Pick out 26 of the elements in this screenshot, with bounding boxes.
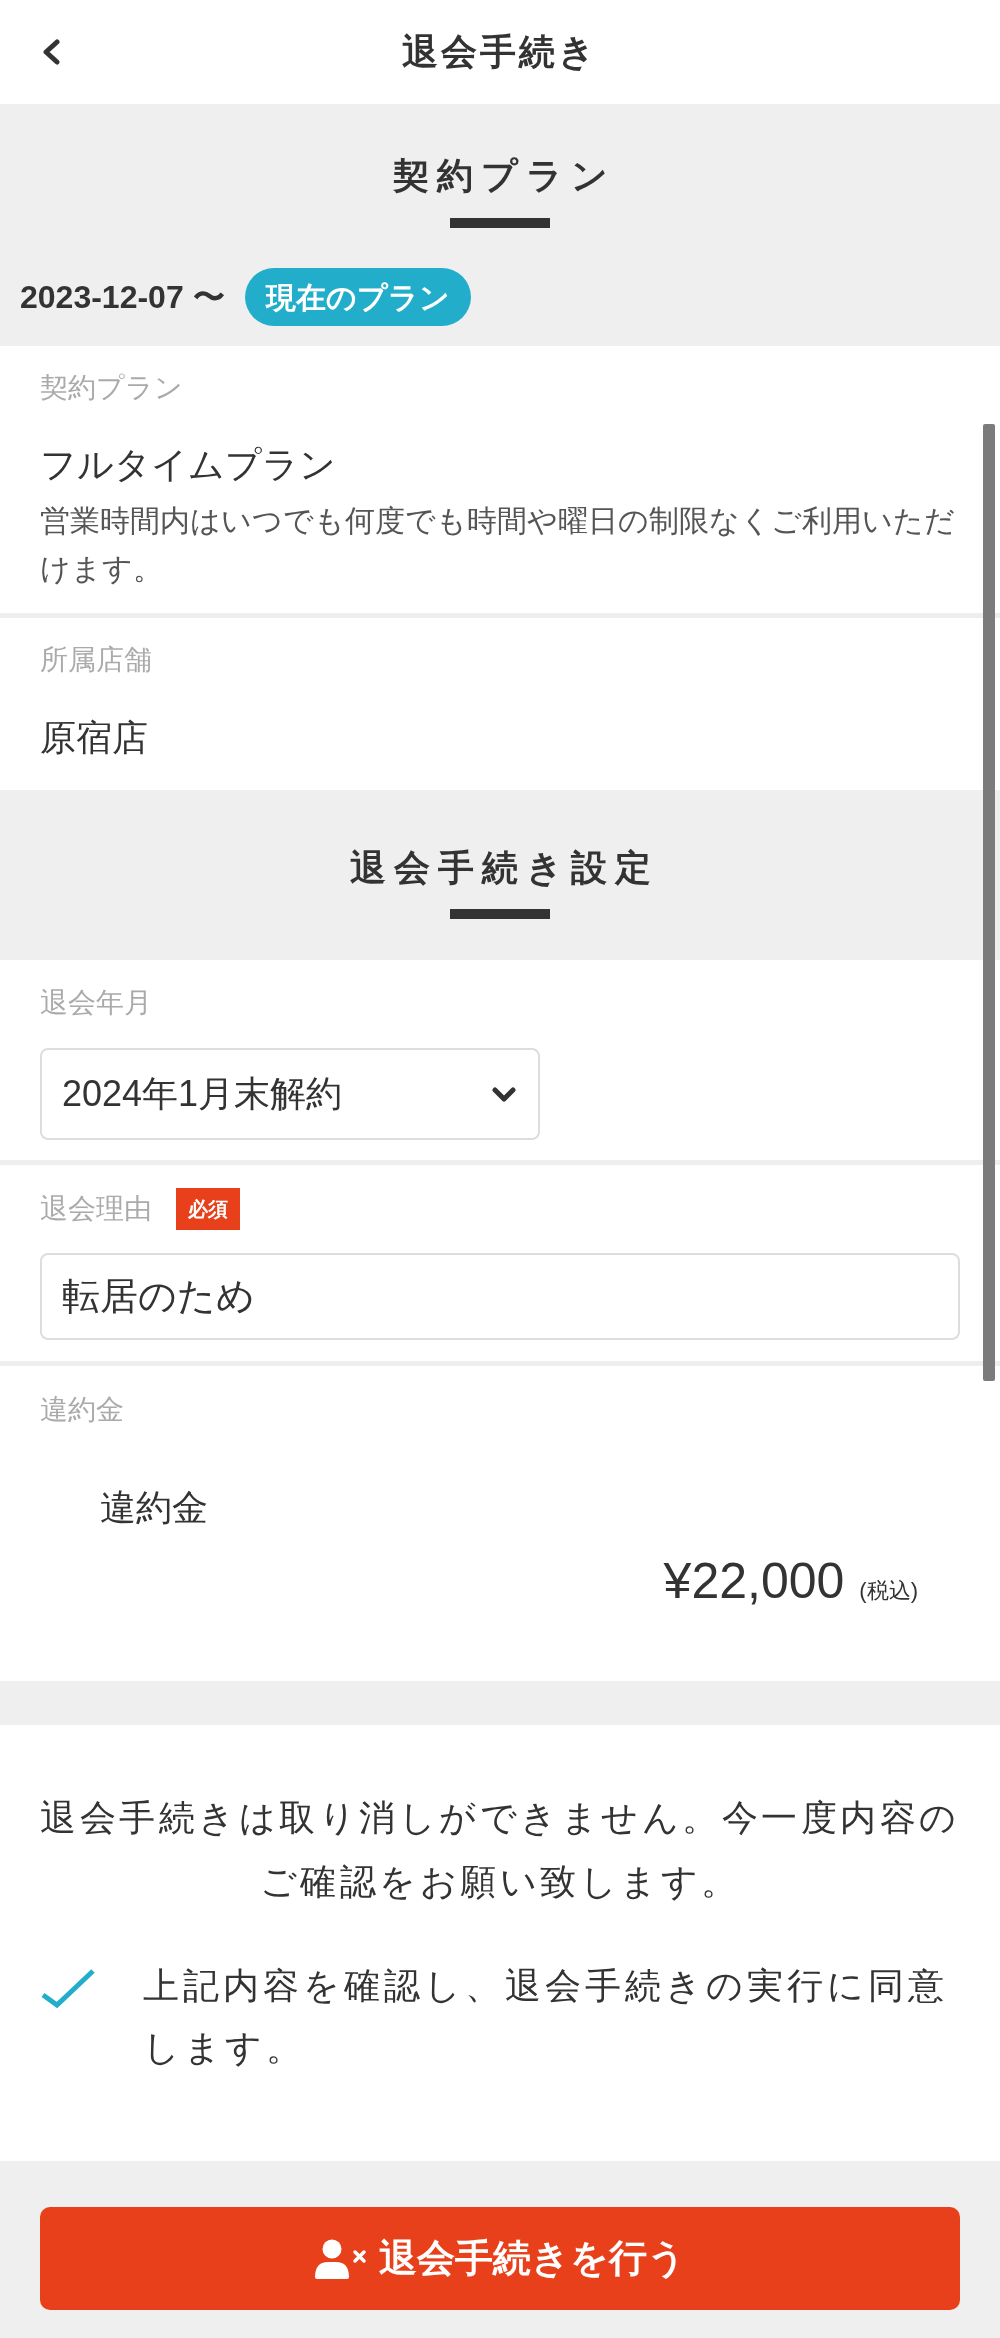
- field-label: 違約金: [40, 1393, 124, 1427]
- field-label: 退会理由: [40, 1192, 152, 1226]
- field-label: 契約プラン: [40, 371, 183, 405]
- fee-amount: ¥22,000: [663, 1552, 845, 1611]
- notice-text: 退会手続きは取り消しができません。今一度内容のご確認をお願い致します。: [40, 1796, 960, 1904]
- withdraw-button[interactable]: 退会手続きを行う: [40, 2207, 960, 2310]
- user-remove-icon: [314, 2238, 367, 2279]
- field-value: 原宿店: [40, 716, 148, 760]
- contract-period: 2023-12-07 〜: [20, 278, 225, 317]
- checkmark-icon[interactable]: [40, 1967, 96, 2008]
- field-label: 退会年月: [40, 986, 152, 1020]
- month-select[interactable]: 2024年1月末解約: [40, 1048, 540, 1140]
- fee-name: 違約金: [100, 1486, 208, 1530]
- field-value: フルタイムプラン: [40, 443, 336, 487]
- chevron-down-icon: [492, 1085, 516, 1103]
- section-heading: 退会手続き設定: [348, 846, 659, 890]
- field-label: 所属店舗: [40, 643, 152, 677]
- required-badge: 必須: [176, 1188, 240, 1230]
- agreement-text: 上記内容を確認し、退会手続きの実行に同意します。: [143, 1964, 949, 2070]
- plan-description: 営業時間内はいつでも何度でも時間や曜日の制限なくご利用いただけます。: [40, 503, 956, 587]
- current-plan-badge: 現在のプラン: [244, 268, 471, 326]
- page-title: 退会手続き: [402, 30, 598, 74]
- section-heading: 契約プラン: [391, 154, 616, 198]
- back-icon[interactable]: [40, 39, 62, 65]
- tax-note: (税込): [859, 1577, 918, 1605]
- reason-field[interactable]: 転居のため: [40, 1253, 960, 1340]
